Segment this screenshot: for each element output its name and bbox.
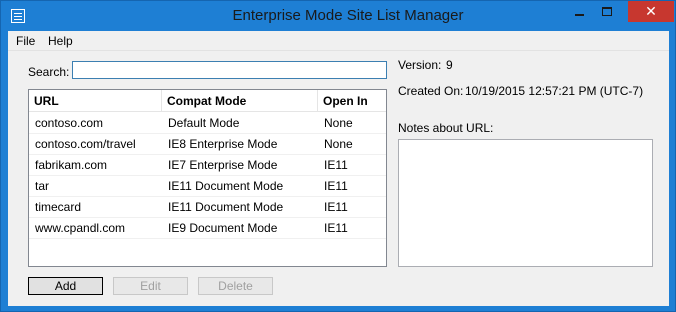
search-label: Search: <box>28 65 70 79</box>
table-row[interactable]: tar IE11 Document Mode IE11 <box>29 176 386 197</box>
cell-open-in: IE11 <box>324 200 348 214</box>
table-row[interactable]: timecard IE11 Document Mode IE11 <box>29 197 386 218</box>
cell-url: contoso.com/travel <box>35 137 136 151</box>
list-header: URL Compat Mode Open In <box>29 90 386 112</box>
cell-url: www.cpandl.com <box>35 221 126 235</box>
cell-open-in: None <box>324 137 353 151</box>
cell-open-in: None <box>324 116 353 130</box>
table-row[interactable]: contoso.com/travel IE8 Enterprise Mode N… <box>29 134 386 155</box>
table-row[interactable]: contoso.com Default Mode None <box>29 113 386 134</box>
maximize-button[interactable] <box>593 1 621 22</box>
cell-url: contoso.com <box>35 116 104 130</box>
menu-help[interactable]: Help <box>48 34 73 48</box>
cell-url: fabrikam.com <box>35 158 108 172</box>
notes-label: Notes about URL: <box>398 121 494 135</box>
table-row[interactable]: fabrikam.com IE7 Enterprise Mode IE11 <box>29 155 386 176</box>
edit-button[interactable]: Edit <box>113 277 188 295</box>
created-on-label: Created On: <box>398 84 464 98</box>
column-header-compat-mode[interactable]: Compat Mode <box>162 90 318 112</box>
cell-compat-mode: Default Mode <box>168 116 240 130</box>
cell-open-in: IE11 <box>324 179 348 193</box>
cell-compat-mode: IE7 Enterprise Mode <box>168 158 278 172</box>
minimize-icon <box>574 13 584 16</box>
version-value: 9 <box>446 58 453 72</box>
menu-bar: File Help <box>8 31 669 51</box>
title-bar[interactable]: Enterprise Mode Site List Manager ✕ <box>1 1 675 31</box>
app-window: Enterprise Mode Site List Manager ✕ File… <box>0 0 676 312</box>
cell-open-in: IE11 <box>324 221 348 235</box>
cell-compat-mode: IE11 Document Mode <box>168 200 284 214</box>
close-button[interactable]: ✕ <box>628 1 674 22</box>
minimize-button[interactable] <box>565 1 593 22</box>
table-row[interactable]: www.cpandl.com IE9 Document Mode IE11 <box>29 218 386 239</box>
column-header-open-in[interactable]: Open In <box>318 90 386 112</box>
url-list-view[interactable]: URL Compat Mode Open In contoso.com Defa… <box>28 89 387 267</box>
created-on-value: 10/19/2015 12:57:21 PM (UTC-7) <box>465 84 644 98</box>
cell-compat-mode: IE9 Document Mode <box>168 221 278 235</box>
column-header-url[interactable]: URL <box>29 90 162 112</box>
cell-url: timecard <box>35 200 82 214</box>
delete-button[interactable]: Delete <box>198 277 273 295</box>
search-input[interactable] <box>72 61 387 79</box>
add-button[interactable]: Add <box>28 277 103 295</box>
menu-file[interactable]: File <box>16 34 35 48</box>
client-area: File Help Search: URL Compat Mode Open I… <box>8 31 669 306</box>
cell-url: tar <box>35 179 50 193</box>
maximize-icon <box>602 7 612 16</box>
cell-compat-mode: IE11 Document Mode <box>168 179 284 193</box>
notes-textarea[interactable] <box>398 139 653 267</box>
close-icon: ✕ <box>645 3 657 19</box>
cell-compat-mode: IE8 Enterprise Mode <box>168 137 278 151</box>
cell-open-in: IE11 <box>324 158 348 172</box>
version-label: Version: <box>398 58 442 72</box>
